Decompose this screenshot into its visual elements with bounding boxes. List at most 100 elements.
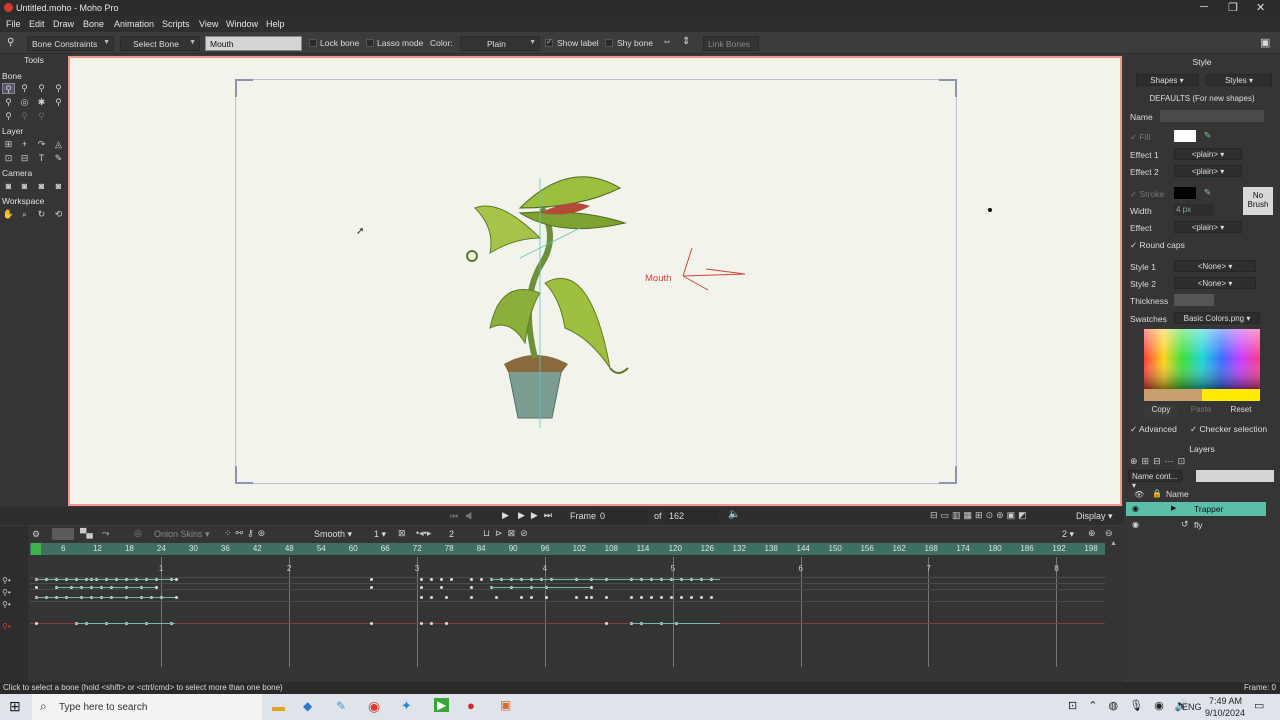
timeline-tracks[interactable]: 1 2 3 4 5 6 7 8 [30,557,1105,667]
add-bone-tool-icon[interactable]: ⚲ [35,83,48,94]
keyframe[interactable] [445,596,448,599]
keyframe[interactable] [640,596,643,599]
keyframe[interactable] [470,596,473,599]
layer-toolbar-icons[interactable]: ⊕⊞⊟⋯⊡ [1130,456,1189,467]
keyframe[interactable] [700,596,703,599]
keyframe[interactable] [495,596,498,599]
pan-tilt-camera-icon[interactable]: ◙ [52,181,65,192]
view-mode-icons[interactable]: ⊟▭▥▦⊞⊙⊚▣◩ [930,510,1030,521]
app-icon[interactable]: ▶ [434,698,450,712]
layer-filter-dropdown[interactable]: Name cont... ▾ [1128,470,1182,490]
zoom-in-icon[interactable]: ⊕ [1088,528,1096,539]
keyframe[interactable] [420,578,423,581]
keyframe[interactable] [575,596,578,599]
copy-button[interactable]: Copy [1144,405,1178,417]
app-icon[interactable]: ✎ [336,699,346,713]
keyframe[interactable] [530,596,533,599]
keyframe[interactable] [670,596,673,599]
cycle-icon[interactable]: ⊠ [398,528,406,539]
zoom-out-icon[interactable]: ⊖ [1105,528,1113,539]
timeline-extra-icons[interactable]: ⊔⊳⊠⊘ [483,528,533,539]
keyframe[interactable] [430,578,433,581]
keyframe[interactable] [420,622,423,625]
offset-bone-tool-icon[interactable]: ⚲ [2,111,15,122]
link-bones-button[interactable]: Link Bones [703,36,759,51]
eye-icon[interactable]: ◉ [1132,504,1139,513]
thickness-input[interactable] [1174,294,1214,306]
keyframe[interactable] [605,622,608,625]
bone-layer-tool-icon[interactable]: ⊡ [2,153,15,164]
roll-camera-icon[interactable]: ◙ [35,181,48,192]
set-origin-tool-icon[interactable]: + [18,139,31,150]
eye-icon[interactable]: ◉ [1132,520,1139,529]
file-explorer-icon[interactable]: ▬ [272,699,285,714]
bone-name-input[interactable]: Mouth [205,36,302,51]
round-caps-checkbox[interactable]: ✓ Round caps [1130,240,1185,251]
notifications-icon[interactable]: ▭ [1254,699,1264,712]
keyframe[interactable] [420,586,423,589]
bone-physics-tool-icon[interactable]: ⚲ [35,111,48,122]
color-swatch-grid[interactable] [1144,329,1260,401]
orbit-workspace-icon[interactable]: ⟲ [52,209,65,220]
zoom-level-dropdown[interactable]: 2 ▾ [1062,529,1074,540]
no-brush-button[interactable]: No Brush [1243,187,1273,215]
show-label-checkbox[interactable] [545,37,553,47]
menu-animation[interactable]: Animation [114,19,154,29]
keyframe[interactable] [660,596,663,599]
rewind-controls-icon[interactable]: ⏮◀ [450,511,478,522]
rotate-layer-tool-icon[interactable]: ↷ [35,139,48,150]
eyedropper-tool-icon[interactable]: ✎ [52,153,65,164]
keyframe[interactable] [370,578,373,581]
app-icon[interactable]: ✦ [401,698,412,714]
system-tray-icons[interactable]: ⊡ ⌃ ◍ 🎙 ◉ 🔊 [1068,699,1193,712]
transform-bone-tool-icon[interactable]: ⚲ [18,83,31,94]
interpolation-dropdown[interactable]: Smooth ▾ [314,529,352,540]
constraint-mode-dropdown[interactable]: Bone Constraints ▼ [27,36,114,51]
checker-selection-checkbox[interactable]: ✓ Checker selection [1190,424,1267,435]
menu-window[interactable]: Window [226,19,258,29]
keyframe[interactable] [590,586,593,589]
style-name-input[interactable] [1160,110,1264,122]
menu-view[interactable]: View [199,19,218,29]
effect1-dropdown[interactable]: <plain> ▾ [1174,148,1242,160]
timeline-settings-icon[interactable]: ⚙ [32,529,40,540]
keyframe[interactable] [175,596,178,599]
frame-ruler[interactable]: 6 12 18 24 30 36 42 48 54 60 66 72 78 84 90 96 102 108 114… [30,543,1105,555]
transform-layer-tool-icon[interactable]: ⊞ [2,139,15,150]
forward-controls-icon[interactable]: ▶▶⏭ [518,510,558,521]
shy-bone-checkbox[interactable] [605,39,613,47]
keyframe[interactable] [470,586,473,589]
moho-taskbar-icon[interactable]: ● [467,698,475,713]
keyframe[interactable] [710,596,713,599]
smartbone-tool-icon[interactable]: ⚲ [18,111,31,122]
onion-skin-icon[interactable]: ◎ [134,528,142,539]
keyframe[interactable] [470,578,473,581]
close-icon[interactable]: ✕ [1256,1,1265,14]
menu-help[interactable]: Help [266,19,285,29]
timeline-scrollbar[interactable]: ▲ [1110,540,1120,670]
fill-checkbox-label[interactable]: ✓ Fill [1130,132,1150,143]
keyframe[interactable] [680,596,683,599]
keyframe[interactable] [440,586,443,589]
expand-triangle-icon[interactable]: ▶ [1171,504,1176,512]
rotate-workspace-icon[interactable]: ↻ [35,209,48,220]
play-icon[interactable]: ▶ [502,510,509,521]
track-camera-icon[interactable]: ◙ [2,181,15,192]
text-tool-icon[interactable]: T [35,153,48,164]
hand-pan-icon[interactable]: ✋ [2,209,15,220]
canvas-area[interactable]: Mouth ➚ [68,56,1122,506]
bind-points-tool-icon[interactable]: ⚲ [52,97,65,108]
lock-bone-checkbox[interactable] [309,39,317,47]
keyframe-mode-button[interactable] [52,528,74,540]
key-tools-icons[interactable]: ⁘⚯⚷⊛ [224,528,269,539]
width-input[interactable]: 4 px [1174,204,1214,216]
venus-flytrap-character[interactable] [460,168,650,428]
shear-layer-tool-icon[interactable]: ◬ [52,139,65,150]
keyframe[interactable] [430,622,433,625]
zoom-icon[interactable]: ⌕ [18,209,31,220]
bind-layer-tool-icon[interactable]: ✱ [35,97,48,108]
keyframe[interactable] [520,596,523,599]
app-icon[interactable]: ▣ [500,698,511,712]
keyframe[interactable] [420,596,423,599]
keyframe[interactable] [155,586,158,589]
